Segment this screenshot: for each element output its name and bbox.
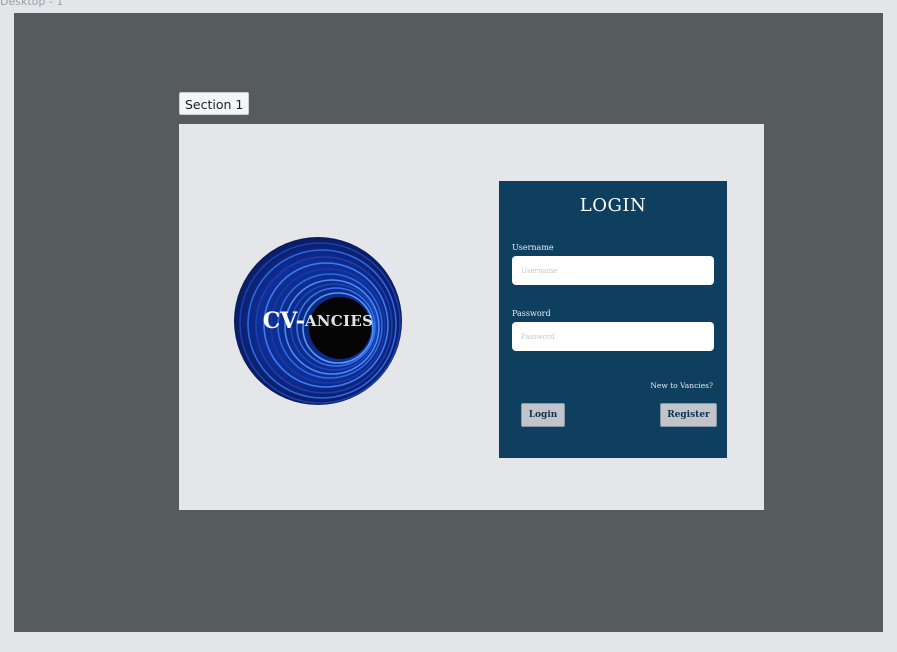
logo-text-cv: CV- <box>262 308 305 334</box>
username-label: Username <box>512 243 554 252</box>
register-button[interactable]: Register <box>660 403 717 427</box>
login-button[interactable]: Login <box>521 403 565 427</box>
section-panel: CV-ANCIES LOGIN Username Password New to… <box>179 124 764 510</box>
logo-text-ancies: ANCIES <box>304 312 374 330</box>
login-title: LOGIN <box>579 195 647 216</box>
password-input[interactable] <box>512 322 714 351</box>
new-to-vancies-text: New to Vancies? <box>650 381 713 390</box>
password-label: Password <box>512 309 551 318</box>
cv-ancies-logo: CV- ANCIES <box>234 237 402 405</box>
section-tag[interactable]: Section 1 <box>179 92 250 115</box>
logo-wordmark: CV- ANCIES <box>234 237 402 405</box>
login-card: LOGIN Username Password New to Vancies? … <box>499 181 727 458</box>
frame-label: Desktop - 1 <box>0 0 64 8</box>
username-input[interactable] <box>512 256 714 285</box>
